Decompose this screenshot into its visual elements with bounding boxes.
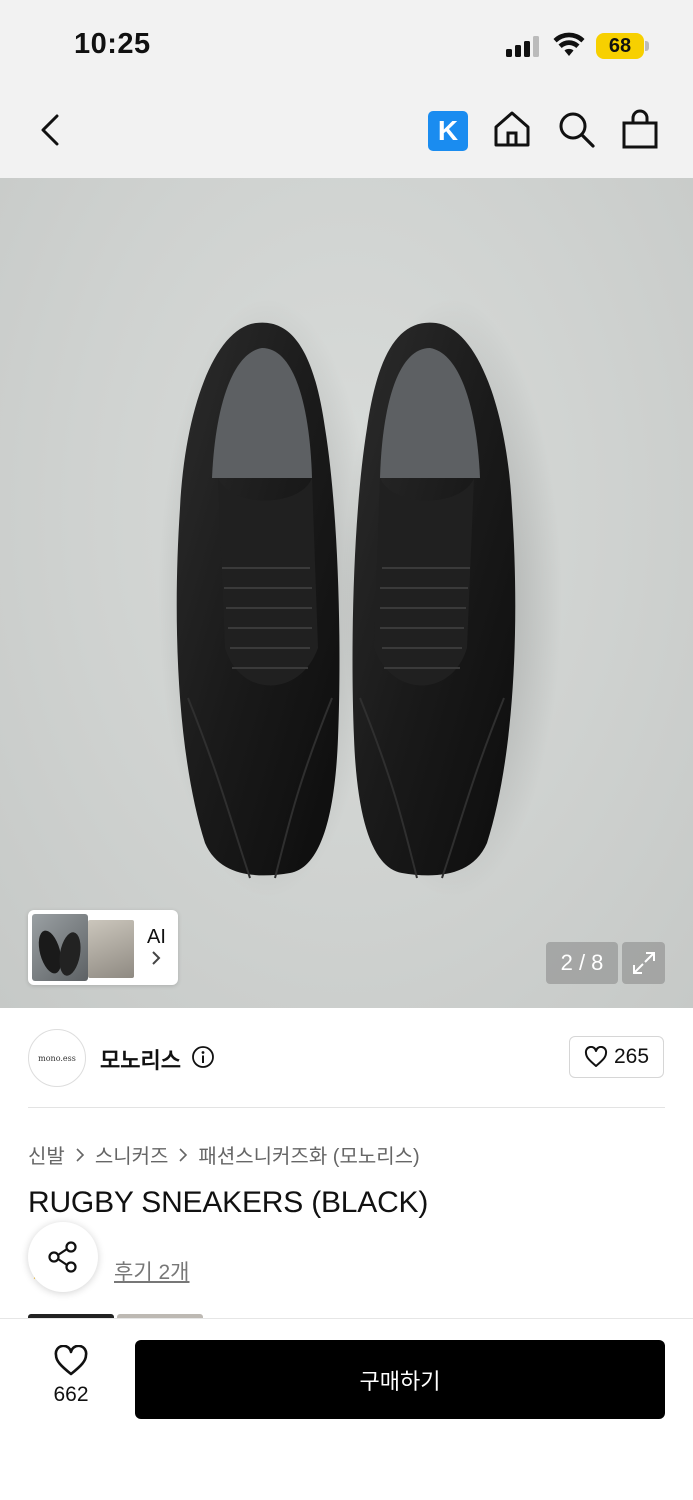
- home-button[interactable]: [489, 106, 535, 152]
- share-icon: [48, 1241, 77, 1273]
- image-counter: 2 / 8: [546, 942, 618, 984]
- back-icon: [41, 114, 59, 146]
- bottom-action-bar: 662 구매하기: [0, 1318, 693, 1500]
- breadcrumb-item-sneakers[interactable]: 스니커즈: [95, 1140, 169, 1169]
- back-button[interactable]: [28, 108, 72, 152]
- thumbnail-image-1: [32, 914, 88, 981]
- status-bar: 10:25 68: [0, 0, 693, 90]
- ai-similar-thumbnail[interactable]: AI: [28, 910, 178, 985]
- battery-tip: [645, 41, 649, 51]
- shopping-bag-icon: [622, 109, 658, 149]
- home-icon: [494, 111, 530, 147]
- share-button[interactable]: [28, 1222, 98, 1292]
- product-photo: [158, 298, 562, 898]
- cart-button[interactable]: [617, 106, 663, 152]
- brand-logo[interactable]: mono.ess: [28, 1029, 86, 1087]
- brand-like-button[interactable]: 265: [569, 1036, 664, 1078]
- breadcrumb-item-fashion-sneakers[interactable]: 패션스니커즈화 (모노리스): [198, 1140, 419, 1169]
- brand-logo-text: mono.ess: [38, 1053, 76, 1063]
- brand-name[interactable]: 모노리스: [100, 1043, 181, 1075]
- breadcrumb-item-footwear[interactable]: 신발: [28, 1140, 65, 1169]
- top-nav-bar: K: [0, 90, 693, 178]
- chevron-right-icon: [152, 951, 161, 965]
- brand-row: mono.ess 모노리스 265: [0, 1008, 693, 1108]
- status-time: 10:25: [74, 28, 151, 60]
- kakao-k-button[interactable]: K: [428, 111, 468, 151]
- chevron-right-icon: [175, 1147, 191, 1163]
- expand-image-button[interactable]: [622, 942, 665, 984]
- breadcrumb: 신발 스니커즈 패션스니커즈화 (모노리스): [28, 1140, 420, 1169]
- wishlist-button[interactable]: 662: [40, 1345, 102, 1413]
- product-image-gallery[interactable]: AI 2 / 8: [0, 178, 693, 1008]
- search-icon: [559, 112, 595, 148]
- search-button[interactable]: [553, 106, 599, 152]
- wifi-icon: [553, 32, 585, 56]
- kakao-k-icon: K: [437, 115, 459, 146]
- ai-label: AI: [147, 926, 166, 948]
- brand-like-count: 265: [613, 1045, 650, 1068]
- signal-icon: [506, 35, 542, 57]
- heart-icon: [584, 1046, 608, 1067]
- thumbnail-image-2: [88, 920, 134, 978]
- chevron-right-icon: [72, 1147, 88, 1163]
- buy-button[interactable]: 구매하기: [135, 1340, 665, 1419]
- wishlist-count: 662: [53, 1383, 89, 1406]
- product-title: RUGBY SNEAKERS (BLACK): [28, 1186, 429, 1219]
- divider: [28, 1107, 665, 1108]
- info-icon[interactable]: [191, 1045, 215, 1069]
- battery-indicator: 68: [596, 33, 644, 59]
- review-link[interactable]: 후기 2개: [114, 1256, 189, 1286]
- expand-icon: [632, 952, 655, 974]
- heart-icon: [54, 1345, 88, 1376]
